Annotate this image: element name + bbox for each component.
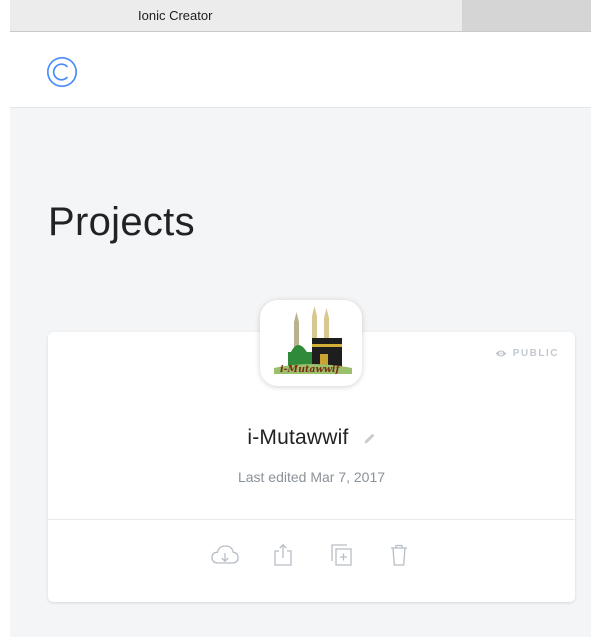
window-tab-inactive[interactable] bbox=[462, 0, 591, 31]
share-icon bbox=[273, 543, 292, 566]
cloud-download-icon bbox=[210, 545, 239, 564]
last-edited: Last edited Mar 7, 2017 bbox=[237, 469, 386, 485]
eye-icon bbox=[495, 350, 507, 357]
window-titlebar: Ionic Creator bbox=[10, 0, 591, 32]
project-avatar[interactable]: i-Mutawwif bbox=[260, 300, 362, 386]
project-logo-text: i-Mutawwif bbox=[280, 364, 341, 375]
duplicate-icon bbox=[330, 544, 352, 566]
window-title: Ionic Creator bbox=[138, 8, 213, 23]
share-button[interactable] bbox=[264, 535, 302, 575]
pencil-edit-icon[interactable] bbox=[363, 432, 376, 445]
main-content: Projects i-Mutawwif PUBLIC i-Mutawwif La… bbox=[10, 108, 591, 637]
kaaba-mosque-logo-icon: i-Mutawwif bbox=[260, 300, 362, 386]
page-title: Projects bbox=[48, 200, 195, 244]
project-card[interactable]: i-Mutawwif PUBLIC i-Mutawwif Last edited… bbox=[48, 300, 575, 602]
project-name: i-Mutawwif bbox=[48, 426, 575, 450]
duplicate-button[interactable] bbox=[322, 535, 360, 575]
trash-icon bbox=[390, 544, 407, 566]
ionic-logo-icon[interactable] bbox=[46, 56, 78, 88]
project-name-text[interactable]: i-Mutawwif bbox=[247, 426, 348, 449]
card-divider bbox=[48, 519, 575, 520]
download-button[interactable] bbox=[206, 535, 244, 575]
window-tab-active[interactable] bbox=[10, 0, 463, 31]
app-header bbox=[10, 32, 591, 108]
visibility-label: PUBLIC bbox=[512, 348, 559, 359]
visibility-badge[interactable]: PUBLIC bbox=[495, 348, 559, 359]
delete-button[interactable] bbox=[380, 535, 418, 575]
project-actions bbox=[48, 535, 575, 575]
